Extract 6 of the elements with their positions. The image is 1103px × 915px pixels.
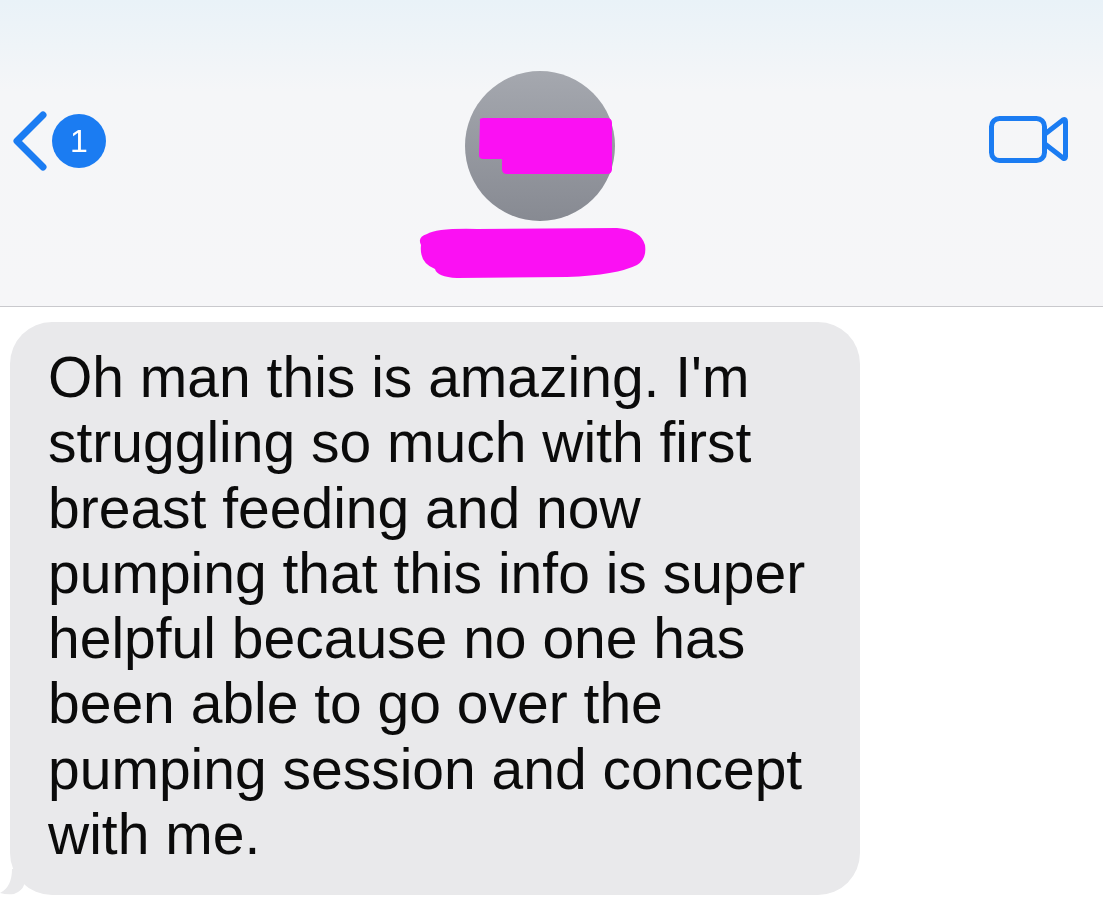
- message-text: Oh man this is amazing. I'm struggling so much with first breast feeding and now pumping that this info is super helpful because no one has been able to go over the pumping session and concept with me.: [48, 345, 807, 868]
- unread-count-badge: 1: [52, 114, 106, 168]
- chevron-left-icon: [12, 111, 48, 171]
- back-button[interactable]: 1: [12, 111, 106, 171]
- video-camera-icon: [989, 115, 1068, 163]
- video-call-button[interactable]: [989, 115, 1068, 163]
